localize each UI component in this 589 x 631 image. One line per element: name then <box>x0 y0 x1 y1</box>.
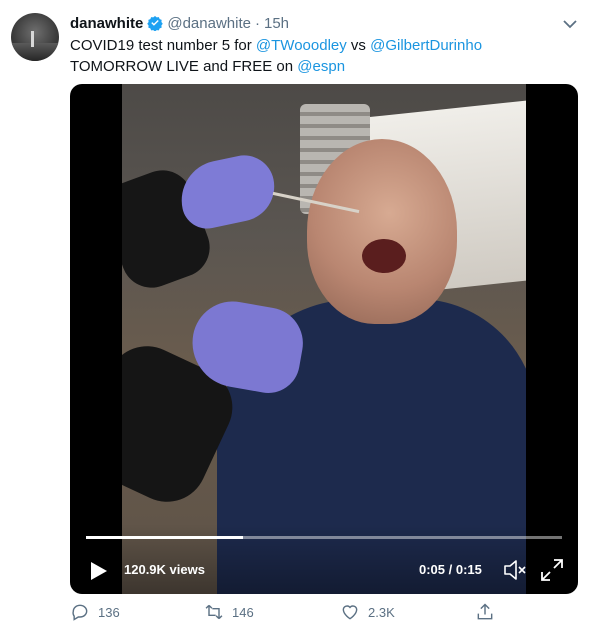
reply-button[interactable]: 136 <box>70 600 120 624</box>
retweet-count: 146 <box>232 604 254 620</box>
avatar[interactable] <box>11 13 59 61</box>
tweet-text-part: TOMORROW LIVE and FREE on <box>70 58 298 75</box>
play-icon[interactable] <box>86 559 110 583</box>
video-person-head <box>307 139 457 324</box>
separator-dot: · <box>254 14 260 32</box>
reply-count: 136 <box>98 604 120 620</box>
retweet-button[interactable]: 146 <box>204 600 254 624</box>
volume-icon[interactable] <box>502 557 528 583</box>
video-person-mouth <box>362 239 406 273</box>
mention-twooodley[interactable]: @TWooodley <box>256 37 347 54</box>
mention-espn[interactable]: @espn <box>297 58 345 75</box>
tweet-text-part: COVID19 test number 5 for <box>70 37 256 54</box>
caret-down-icon[interactable] <box>560 14 580 34</box>
tweet-header: danawhite @danawhite · 15h <box>70 13 289 33</box>
video-time: 0:05 / 0:15 <box>419 562 482 577</box>
video-progress-fill <box>86 536 244 539</box>
reply-icon <box>72 604 88 621</box>
mention-gilbertdurinho[interactable]: @GilbertDurinho <box>370 37 482 54</box>
author-name[interactable]: danawhite <box>70 15 143 32</box>
avatar-ground <box>11 43 59 61</box>
like-count: 2.3K <box>368 604 395 620</box>
avatar-figure <box>31 31 34 47</box>
share-icon <box>477 603 493 620</box>
tweet[interactable]: danawhite @danawhite · 15h COVID19 test … <box>0 0 589 631</box>
video-player[interactable]: 120.9K views 0:05 / 0:15 <box>70 84 578 594</box>
fullscreen-icon[interactable] <box>539 557 565 583</box>
video-progress-bar[interactable] <box>86 536 562 539</box>
tweet-timestamp[interactable]: 15h <box>264 15 289 32</box>
tweet-text: COVID19 test number 5 for @TWooodley vs … <box>70 35 575 77</box>
video-frame <box>122 84 526 594</box>
video-glove-upper <box>174 149 281 234</box>
like-button[interactable]: 2.3K <box>340 600 395 624</box>
retweet-icon <box>205 604 223 620</box>
author-handle[interactable]: @danawhite <box>167 15 251 32</box>
share-button[interactable] <box>475 600 503 624</box>
like-icon <box>342 605 358 620</box>
verified-badge-icon <box>147 16 164 31</box>
view-count: 120.9K views <box>124 562 205 577</box>
tweet-actions: 136 146 2.3K <box>70 600 500 624</box>
tweet-text-part: vs <box>346 37 371 54</box>
